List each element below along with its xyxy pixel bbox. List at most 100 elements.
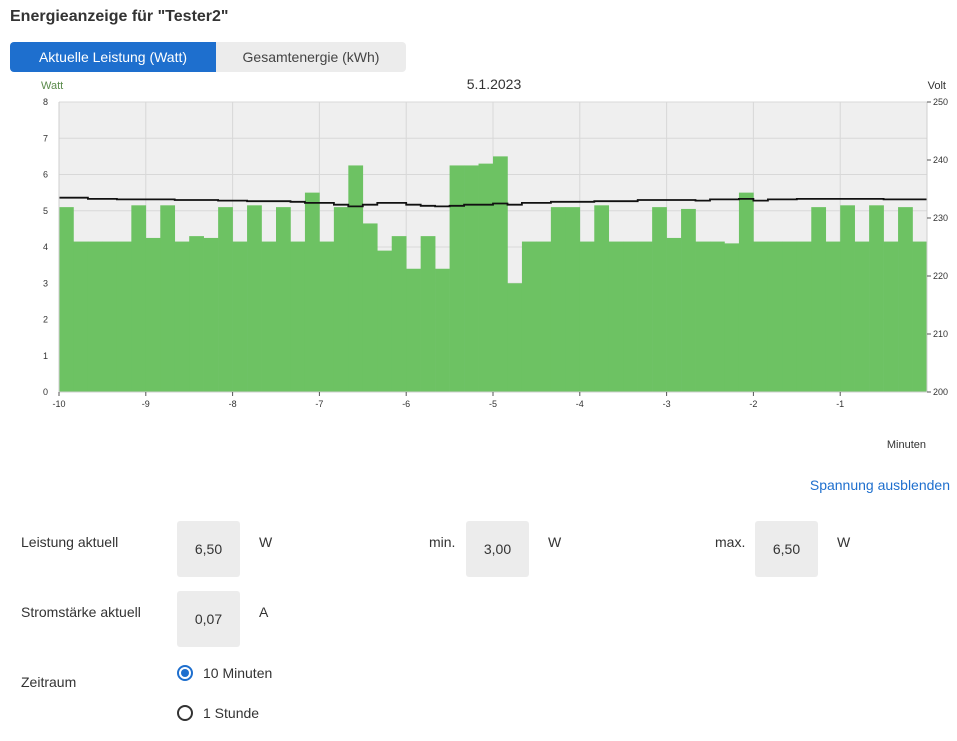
radio-1-stunde[interactable]	[177, 705, 193, 721]
bar	[203, 237, 219, 392]
bar	[883, 241, 899, 392]
bar	[579, 241, 595, 392]
x-tick-label: -10	[52, 399, 65, 409]
bar	[536, 241, 552, 392]
bar	[767, 241, 783, 392]
max-label: max.	[715, 534, 746, 550]
y-right-tick-label: 250	[933, 97, 948, 107]
bar	[507, 283, 523, 392]
bar	[724, 243, 740, 392]
y-axis-ticks: 0 1 2 3 4 5 6 7 8	[43, 97, 48, 397]
y-tick-label: 2	[43, 315, 48, 325]
bar	[362, 223, 378, 392]
bar	[247, 205, 262, 392]
bar	[695, 241, 711, 392]
y-tick-label: 5	[43, 206, 48, 216]
min-label: min.	[429, 534, 456, 550]
bar	[319, 241, 335, 392]
max-unit: W	[837, 534, 851, 550]
bar	[738, 192, 754, 392]
bar	[232, 241, 248, 392]
bar	[261, 241, 277, 392]
toggle-voltage-link[interactable]: Spannung ausblenden	[810, 477, 950, 493]
bar	[840, 205, 855, 392]
y-axis-right-ticks: 200 210 220 230 240 250	[927, 97, 948, 397]
bar	[406, 268, 421, 392]
y-tick-label: 3	[43, 278, 48, 288]
x-axis-ticks: -10 -9 -8 -7 -6 -5 -4 -3 -2 -1	[52, 392, 844, 409]
x-axis-label: Minuten	[887, 439, 926, 451]
bar	[493, 156, 508, 392]
leistung-aktuell-value: 6,50	[177, 521, 240, 577]
y-tick-label: 4	[43, 242, 48, 252]
bar	[811, 207, 827, 392]
y-right-tick-label: 200	[933, 387, 948, 397]
bar	[753, 241, 769, 392]
bar	[869, 205, 884, 392]
radio-10-minuten[interactable]	[177, 665, 193, 681]
bar	[464, 165, 479, 392]
tab-bar: Aktuelle Leistung (Watt) Gesamtenergie (…	[10, 42, 406, 72]
bar	[73, 241, 89, 392]
bar	[420, 236, 436, 392]
x-tick-label: -2	[749, 399, 757, 409]
page-title: Energieanzeige für "Tester2"	[10, 8, 229, 25]
bar	[782, 241, 798, 392]
y-right-tick-label: 210	[933, 329, 948, 339]
min-value: 3,00	[466, 521, 529, 577]
bar	[160, 205, 176, 392]
bar	[652, 207, 667, 392]
y-right-tick-label: 220	[933, 271, 948, 281]
stromstaerke-value: 0,07	[177, 591, 240, 647]
x-tick-label: -6	[402, 399, 410, 409]
bar	[290, 241, 306, 392]
x-tick-label: -7	[315, 399, 323, 409]
bar	[304, 192, 320, 392]
bar	[608, 241, 624, 392]
radio-1-stunde-label[interactable]: 1 Stunde	[203, 705, 259, 721]
bar	[854, 241, 870, 392]
power-chart: 0 1 2 3 4 5 6 7 8 200 210 220 230 240 250 -10 -9 -8 -7 -6…	[41, 76, 948, 451]
bar	[377, 250, 393, 392]
bar	[102, 241, 118, 392]
bar	[898, 207, 913, 392]
bar	[710, 241, 725, 392]
bar	[59, 207, 74, 392]
x-tick-label: -1	[836, 399, 844, 409]
y-axis-label: Watt	[41, 80, 63, 92]
bar	[333, 207, 349, 392]
x-tick-label: -9	[142, 399, 150, 409]
bar	[131, 205, 147, 392]
y-tick-label: 7	[43, 133, 48, 143]
leistung-unit: W	[259, 534, 273, 550]
bar	[521, 241, 537, 392]
bar	[594, 205, 610, 392]
y-right-tick-label: 240	[933, 155, 948, 165]
bar	[145, 237, 161, 392]
bar	[796, 241, 812, 392]
stromstaerke-label: Stromstärke aktuell	[21, 604, 141, 620]
leistung-aktuell-label: Leistung aktuell	[21, 534, 119, 550]
y-tick-label: 8	[43, 97, 48, 107]
bar	[565, 207, 581, 392]
radio-10-minuten-label[interactable]: 10 Minuten	[203, 665, 272, 681]
bar	[478, 163, 494, 392]
bar	[87, 241, 103, 392]
x-tick-label: -5	[489, 399, 497, 409]
bar	[449, 165, 465, 392]
bar	[189, 236, 204, 392]
bar	[435, 268, 450, 392]
bar	[276, 207, 291, 392]
bar	[550, 207, 566, 392]
y-tick-label: 6	[43, 170, 48, 180]
y-right-tick-label: 230	[933, 213, 948, 223]
max-value: 6,50	[755, 521, 818, 577]
y-tick-label: 1	[43, 351, 48, 361]
bar	[912, 241, 928, 392]
chart-title: 5.1.2023	[467, 76, 522, 92]
bar	[348, 165, 364, 392]
y-axis-right-label: Volt	[928, 80, 946, 92]
bar	[681, 208, 696, 392]
tab-gesamtenergie[interactable]: Gesamtenergie (kWh)	[216, 42, 406, 72]
tab-aktuelle-leistung[interactable]: Aktuelle Leistung (Watt)	[10, 42, 216, 72]
